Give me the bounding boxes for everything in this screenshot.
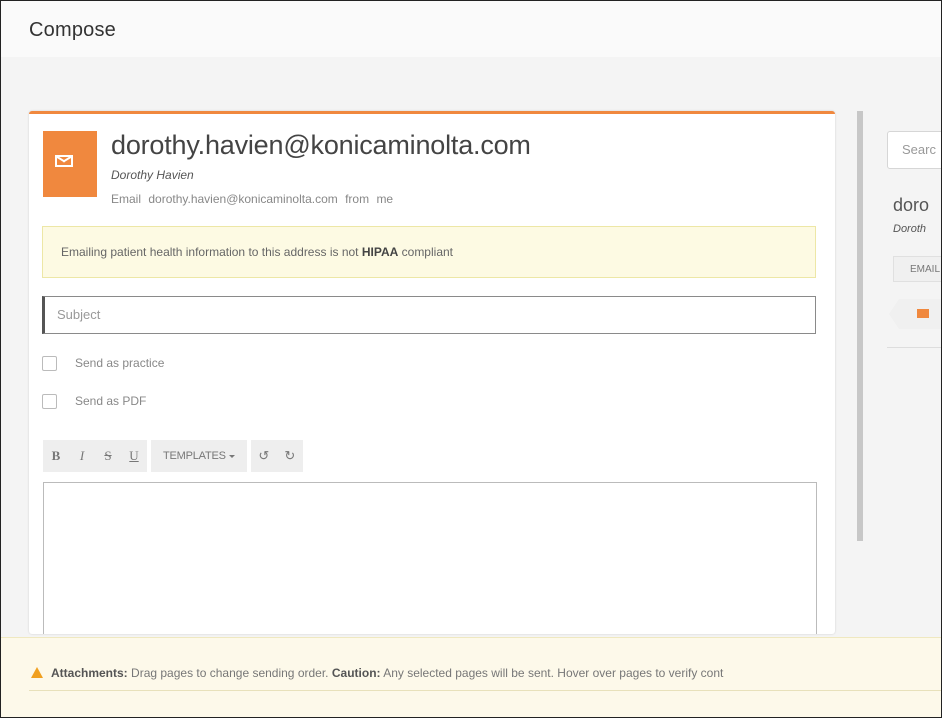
contact-method-tag[interactable] [889, 299, 941, 329]
format-group: B I S U [43, 440, 147, 472]
attachments-bar: Attachments: Drag pages to change sendin… [1, 637, 941, 717]
attachments-label: Attachments: [51, 666, 128, 680]
send-as-pdf-checkbox[interactable] [42, 394, 57, 409]
attachments-text: Drag pages to change sending order. [131, 666, 329, 680]
underline-button[interactable]: U [121, 440, 147, 472]
compose-window: Compose dorothy.havien@konicaminolta.com… [0, 0, 942, 718]
panel-divider [887, 347, 941, 348]
send-as-pdf-label[interactable]: Send as PDF [75, 394, 146, 408]
envelope-icon [55, 155, 73, 167]
panel-scrollbar[interactable] [857, 111, 863, 541]
attachments-divider [29, 690, 941, 691]
hipaa-warning-text: Emailing patient health information to t… [61, 245, 359, 259]
recipient-name: Dorothy Havien [111, 168, 194, 182]
title-bar: Compose [1, 1, 941, 57]
recipient-avatar [43, 131, 97, 197]
italic-button[interactable]: I [69, 440, 95, 472]
email-icon [917, 309, 929, 318]
hipaa-warning: Emailing patient health information to t… [42, 226, 816, 278]
recipient-detail: Email dorothy.havien@konicaminolta.com f… [111, 192, 397, 206]
editor-toolbar: B I S U TEMPLATES ↺ ↻ [43, 440, 303, 472]
recipient-detail-email: dorothy.havien@konicaminolta.com [148, 192, 338, 206]
redo-icon[interactable]: ↻ [276, 440, 303, 472]
recipient-detail-prefix: Email [111, 192, 142, 206]
subject-input[interactable]: Subject [42, 296, 816, 334]
hipaa-warning-suffix: compliant [401, 245, 453, 259]
send-as-practice-checkbox[interactable] [42, 356, 57, 371]
message-body-editor[interactable] [43, 482, 817, 634]
templates-dropdown[interactable]: TEMPLATES [151, 440, 247, 472]
contact-subtitle: Doroth [893, 223, 927, 235]
undo-icon[interactable]: ↺ [250, 440, 277, 472]
recipient-email: dorothy.havien@konicaminolta.com [111, 130, 531, 160]
warning-icon [31, 667, 43, 678]
recipient-detail-me: me [376, 192, 394, 206]
caution-text: Any selected pages will be sent. Hover o… [383, 666, 724, 680]
contact-name[interactable]: doro [893, 195, 929, 216]
compose-card: dorothy.havien@konicaminolta.com Dorothy… [29, 111, 835, 634]
caution-label: Caution: [331, 666, 381, 680]
contact-search-placeholder: Searc [902, 142, 936, 157]
contact-search-input[interactable]: Searc [887, 131, 941, 169]
history-group: ↺ ↻ [250, 440, 303, 472]
recipient-detail-from: from [345, 192, 370, 206]
contact-email-chip[interactable]: EMAIL [893, 256, 941, 282]
subject-placeholder: Subject [57, 307, 101, 322]
strikethrough-button[interactable]: S [95, 440, 121, 472]
send-as-practice-label[interactable]: Send as practice [75, 356, 164, 370]
hipaa-warning-emph: HIPAA [361, 245, 399, 259]
attachments-notice: Attachments: Drag pages to change sendin… [31, 666, 723, 680]
bold-button[interactable]: B [43, 440, 69, 472]
page-title: Compose [29, 19, 116, 41]
